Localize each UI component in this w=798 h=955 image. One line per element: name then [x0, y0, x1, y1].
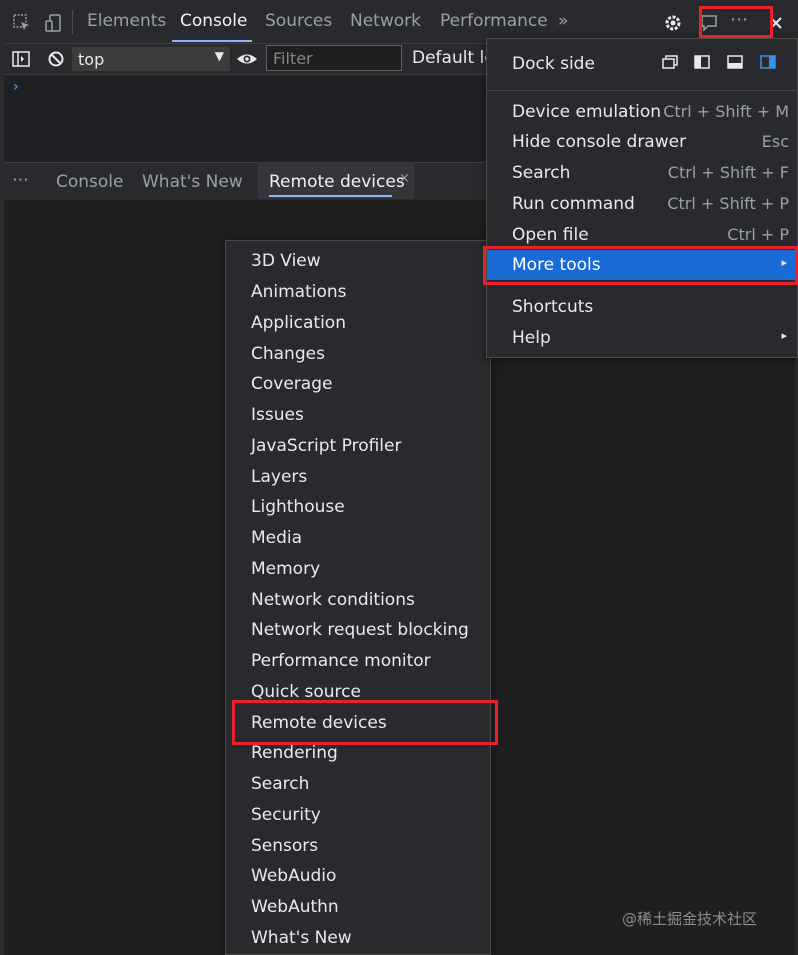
- menu-item-network-conditions[interactable]: Network conditions: [226, 585, 490, 615]
- tab-performance[interactable]: Performance: [440, 11, 548, 31]
- menu-item-hide-console-drawer[interactable]: Hide console drawer Esc: [487, 127, 797, 157]
- menu-item-security[interactable]: Security: [226, 800, 490, 830]
- drawer-tab-console[interactable]: Console: [56, 172, 124, 192]
- window-edge-left: [0, 0, 4, 955]
- menu-item-search[interactable]: Search: [226, 769, 490, 799]
- annotation-more-options-highlight: [699, 6, 773, 38]
- dock-side-label: Dock side: [512, 54, 595, 74]
- shortcut-label: Ctrl + Shift + M: [663, 102, 789, 121]
- dock-left-icon[interactable]: [694, 55, 710, 69]
- live-expression-eye-icon[interactable]: [236, 49, 258, 69]
- menu-item-media[interactable]: Media: [226, 523, 490, 553]
- tab-elements[interactable]: Elements: [87, 11, 166, 31]
- sidebar-toggle-icon[interactable]: [11, 49, 31, 69]
- log-levels-dropdown[interactable]: Default le: [412, 48, 495, 68]
- menu-item-webauthn[interactable]: WebAuthn: [226, 892, 490, 922]
- menu-item-animations[interactable]: Animations: [226, 277, 490, 307]
- menu-item-issues[interactable]: Issues: [226, 400, 490, 430]
- undock-icon[interactable]: [662, 55, 678, 69]
- tab-sources[interactable]: Sources: [265, 11, 332, 31]
- menu-item-memory[interactable]: Memory: [226, 554, 490, 584]
- device-toggle-icon[interactable]: [44, 13, 64, 33]
- shortcut-label: Ctrl + Shift + F: [667, 163, 789, 182]
- submenu-arrow-icon: ▸: [781, 329, 787, 342]
- menu-separator: [487, 90, 797, 91]
- customize-devtools-menu: Dock side Device emulation Ctrl + Shift …: [486, 38, 798, 358]
- shortcut-label: Esc: [761, 132, 789, 151]
- tab-console[interactable]: Console: [180, 11, 248, 31]
- gear-icon[interactable]: [663, 13, 683, 33]
- filter-field[interactable]: [266, 45, 402, 71]
- inspect-element-icon[interactable]: [12, 13, 32, 33]
- annotation-more-tools-highlight: [483, 246, 798, 285]
- active-drawer-tab-underline: [269, 195, 392, 197]
- clear-console-icon[interactable]: [46, 49, 66, 69]
- shortcut-label: Ctrl + P: [727, 225, 789, 244]
- menu-item-coverage[interactable]: Coverage: [226, 369, 490, 399]
- watermark-text: @稀土掘金技术社区: [622, 910, 758, 928]
- menu-item-application[interactable]: Application: [226, 308, 490, 338]
- menu-item-network-request-blocking[interactable]: Network request blocking: [226, 615, 490, 645]
- context-value: top: [78, 50, 105, 69]
- menu-item-lighthouse[interactable]: Lighthouse: [226, 492, 490, 522]
- drawer-tab-whats-new[interactable]: What's New: [142, 172, 243, 192]
- drawer-tab-label: Remote devices: [269, 172, 405, 192]
- chevron-down-icon: ▼: [214, 49, 224, 63]
- menu-item-performance-monitor[interactable]: Performance monitor: [226, 646, 490, 676]
- shortcut-label: Ctrl + Shift + P: [667, 194, 789, 213]
- active-tab-underline: [172, 40, 252, 42]
- drawer-tab-remote-devices[interactable]: Remote devices ×: [258, 163, 414, 199]
- menu-item-shortcuts[interactable]: Shortcuts: [487, 292, 797, 322]
- menu-item-webaudio[interactable]: WebAudio: [226, 861, 490, 891]
- menu-item-javascript-profiler[interactable]: JavaScript Profiler: [226, 431, 490, 461]
- menu-item-device-emulation[interactable]: Device emulation Ctrl + Shift + M: [487, 97, 797, 127]
- menu-item-3d-view[interactable]: 3D View: [226, 246, 490, 276]
- menu-item-search[interactable]: Search Ctrl + Shift + F: [487, 158, 797, 188]
- console-prompt: ›: [13, 79, 19, 95]
- menu-item-help[interactable]: Help ▸: [487, 323, 797, 353]
- filter-input[interactable]: [267, 46, 401, 70]
- more-tabs-button[interactable]: »: [558, 11, 568, 31]
- menu-item-changes[interactable]: Changes: [226, 339, 490, 369]
- toolbar-divider: [72, 10, 73, 34]
- drawer-menu-button[interactable]: ⋯: [12, 170, 29, 190]
- dock-right-icon[interactable]: [760, 55, 776, 69]
- menu-item-whats-new[interactable]: What's New: [226, 923, 490, 953]
- close-tab-icon[interactable]: ×: [399, 171, 410, 186]
- annotation-remote-devices-highlight: [232, 700, 498, 745]
- menu-item-sensors[interactable]: Sensors: [226, 831, 490, 861]
- context-selector[interactable]: top ▼: [72, 47, 230, 71]
- more-tools-submenu: 3D View Animations Application Changes C…: [225, 240, 491, 955]
- menu-item-layers[interactable]: Layers: [226, 462, 490, 492]
- dock-bottom-icon[interactable]: [727, 55, 743, 69]
- tab-network[interactable]: Network: [350, 11, 421, 31]
- menu-item-run-command[interactable]: Run command Ctrl + Shift + P: [487, 189, 797, 219]
